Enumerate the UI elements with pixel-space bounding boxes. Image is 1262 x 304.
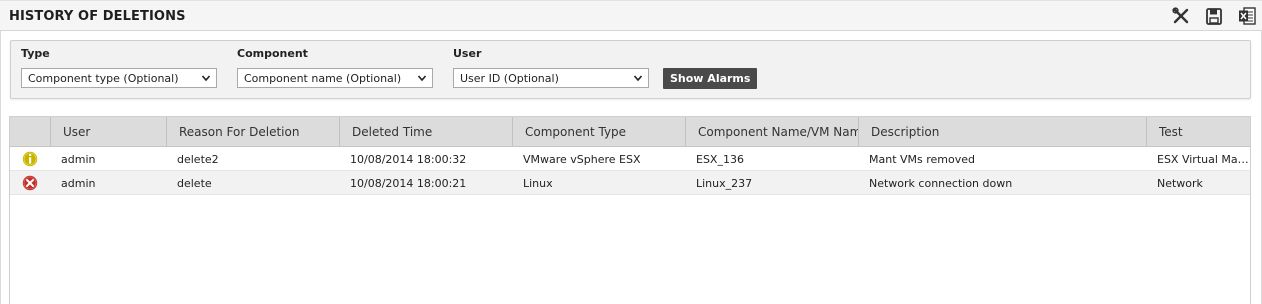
cell-component-type: VMware vSphere ESX	[523, 153, 641, 166]
type-select-value: Component type (Optional)	[28, 72, 179, 85]
chevron-down-icon	[417, 75, 427, 82]
cell-component-name: ESX_136	[696, 153, 744, 166]
type-select[interactable]: Component type (Optional)	[21, 68, 217, 88]
cell-description: Network connection down	[869, 177, 1013, 190]
show-alarms-button[interactable]: Show Alarms	[663, 68, 758, 89]
table-row[interactable]: admin delete 10/08/2014 18:00:21 Linux L…	[10, 171, 1250, 195]
component-select-value: Component name (Optional)	[244, 72, 402, 85]
tools-icon[interactable]	[1171, 6, 1190, 26]
title-bar: HISTORY OF DELETIONS	[0, 0, 1262, 31]
chevron-down-icon	[201, 75, 211, 82]
cell-test: Network	[1157, 177, 1203, 190]
col-user[interactable]: User	[50, 117, 166, 147]
table-row[interactable]: admin delete2 10/08/2014 18:00:32 VMware…	[10, 147, 1251, 171]
excel-export-icon[interactable]	[1237, 6, 1256, 26]
user-filter: User User ID (Optional)	[453, 47, 649, 88]
table-header: User Reason For Deletion Deleted Time Co…	[10, 117, 1250, 147]
component-filter: Component Component name (Optional)	[237, 47, 433, 88]
col-deleted-time[interactable]: Deleted Time	[339, 117, 512, 147]
cell-reason: delete	[177, 177, 212, 190]
component-select[interactable]: Component name (Optional)	[237, 68, 433, 88]
cell-test: ESX Virtual Machine	[1157, 153, 1251, 166]
cell-component-type: Linux	[523, 177, 553, 190]
error-icon	[22, 175, 38, 191]
component-label: Component	[237, 47, 308, 60]
col-reason[interactable]: Reason For Deletion	[166, 117, 339, 147]
cell-description: Mant VMs removed	[869, 153, 976, 166]
cell-time: 10/08/2014 18:00:32	[350, 153, 467, 166]
cell-user: admin	[61, 153, 96, 166]
deletions-table: User Reason For Deletion Deleted Time Co…	[9, 116, 1251, 304]
cell-time: 10/08/2014 18:00:21	[350, 177, 467, 190]
col-component-type[interactable]: Component Type	[512, 117, 685, 147]
user-select-value: User ID (Optional)	[460, 72, 559, 85]
cell-user: admin	[61, 177, 96, 190]
type-label: Type	[21, 47, 50, 60]
col-test[interactable]: Test	[1146, 117, 1250, 147]
col-status	[10, 117, 50, 147]
cell-reason: delete2	[177, 153, 219, 166]
col-description[interactable]: Description	[858, 117, 1146, 147]
col-component-name[interactable]: Component Name/VM Name	[685, 117, 858, 147]
info-icon	[22, 151, 38, 167]
chevron-down-icon	[633, 75, 643, 82]
type-filter: Type Component type (Optional)	[21, 47, 217, 88]
filter-panel: Type Component type (Optional) Component…	[10, 40, 1251, 99]
user-label: User	[453, 47, 482, 60]
save-icon[interactable]	[1204, 6, 1223, 26]
page-title: HISTORY OF DELETIONS	[9, 9, 186, 24]
toolbar-icons	[1171, 6, 1256, 26]
cell-component-name: Linux_237	[696, 177, 753, 190]
user-select[interactable]: User ID (Optional)	[453, 68, 649, 88]
